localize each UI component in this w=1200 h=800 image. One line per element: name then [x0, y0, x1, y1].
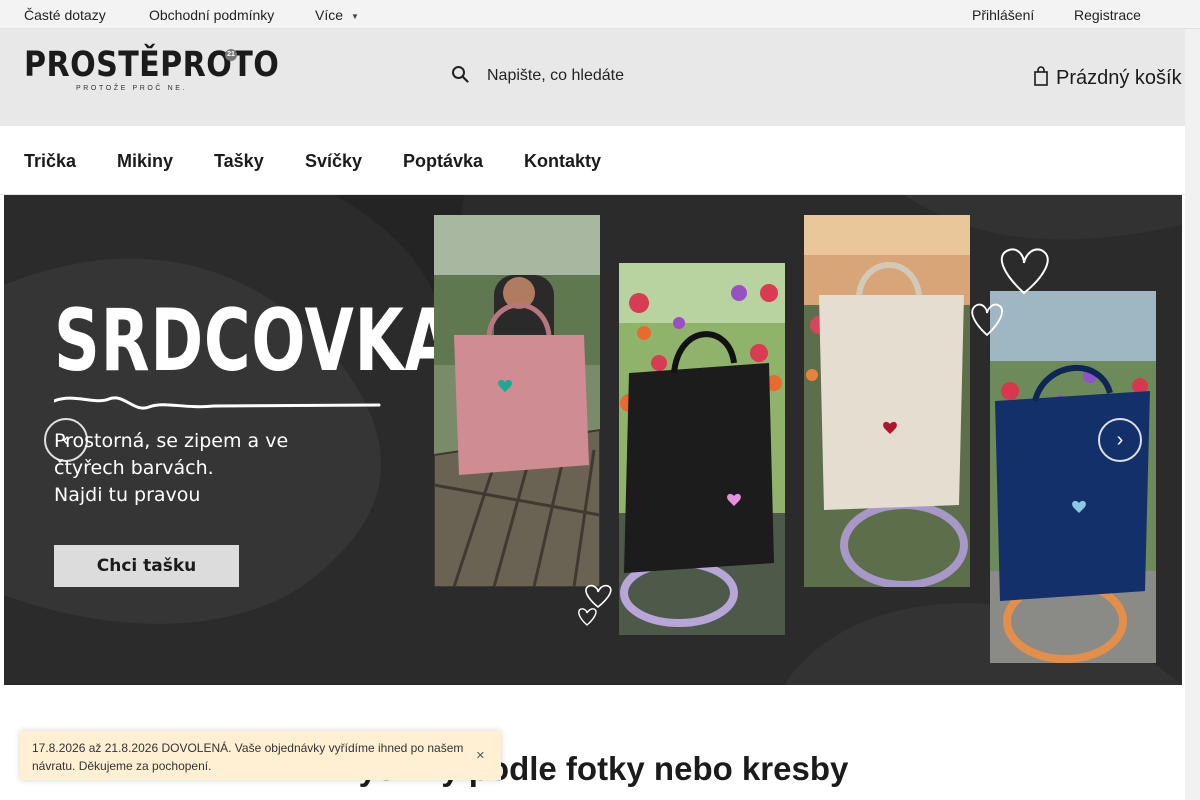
main-nav: Trička Mikiny Tašky Svíčky Poptávka Kont… — [0, 126, 1185, 195]
chevron-left-icon: ‹ — [62, 429, 70, 451]
nav-item-tricka[interactable]: Trička — [24, 151, 76, 172]
logo-tagline: PROTOŽE PROČ NE. — [76, 85, 188, 92]
more-menu[interactable]: Více ▼ — [315, 7, 359, 23]
banner-text-line-2: čtyřech barvách. — [54, 457, 214, 479]
carousel-next-button[interactable]: › — [1098, 418, 1142, 462]
shopping-bag-icon — [1034, 66, 1048, 86]
page-scrollbar[interactable] — [1185, 29, 1200, 800]
cart-label: Prázdný košík — [1056, 67, 1182, 89]
heart-doodle-small — [578, 584, 612, 626]
notice-text: 17.8.2026 až 21.8.2026 DOVOLENÁ. Vaše ob… — [32, 741, 464, 773]
nav-item-svicky[interactable]: Svíčky — [305, 151, 362, 172]
terms-link[interactable]: Obchodní podmínky — [149, 7, 274, 23]
hero-banner[interactable]: SRDCOVKA Prostorná, se zipem a ve čtyřec… — [4, 195, 1182, 685]
login-link[interactable]: Přihlášení — [972, 7, 1034, 23]
faq-link[interactable]: Časté dotazy — [24, 7, 106, 23]
banner-cta-button[interactable]: Chci tašku — [54, 545, 239, 587]
more-menu-label: Více — [315, 7, 344, 23]
carousel-prev-button[interactable]: ‹ — [44, 418, 88, 462]
chevron-right-icon: › — [1116, 429, 1124, 451]
top-bar: Časté dotazy Obchodní podmínky Více ▼ Při… — [0, 0, 1200, 29]
search-input[interactable]: Napište, co hledáte — [451, 63, 751, 89]
nav-item-kontakty[interactable]: Kontakty — [524, 151, 601, 172]
nav-item-mikiny[interactable]: Mikiny — [117, 151, 173, 172]
banner-text-line-3: Najdi tu pravou — [54, 484, 201, 506]
vacation-notice: 17.8.2026 až 21.8.2026 DOVOLENÁ. Vaše ob… — [20, 731, 501, 780]
logo-text: PROSTĚPROTO — [24, 45, 280, 85]
cart-button[interactable]: Prázdný košík — [1034, 63, 1184, 91]
chevron-down-icon: ▼ — [351, 11, 359, 21]
search-icon — [452, 66, 469, 83]
nav-item-tasky[interactable]: Tašky — [214, 151, 264, 172]
product-photo-pink-bag — [434, 215, 600, 587]
product-photo-cream-bag — [804, 215, 970, 587]
search-placeholder: Napište, co hledáte — [487, 67, 624, 84]
close-icon[interactable]: ✕ — [476, 747, 485, 765]
register-link[interactable]: Registrace — [1074, 7, 1141, 23]
site-header: PROSTĚPROTO 21 PROTOŽE PROČ NE. Napište,… — [0, 29, 1185, 126]
heart-doodle — [971, 248, 1049, 337]
logo-badge: 21 — [225, 49, 237, 61]
banner-title: SRDCOVKA — [54, 291, 455, 391]
product-photo-navy-bag — [990, 291, 1156, 663]
banner-text-line-1: Prostorná, se zipem a ve — [54, 430, 289, 452]
logo[interactable]: PROSTĚPROTO 21 PROTOŽE PROČ NE. — [24, 45, 279, 97]
product-photo-black-bag — [619, 263, 785, 635]
squiggle-decoration — [54, 396, 381, 410]
nav-item-poptavka[interactable]: Poptávka — [403, 151, 483, 172]
